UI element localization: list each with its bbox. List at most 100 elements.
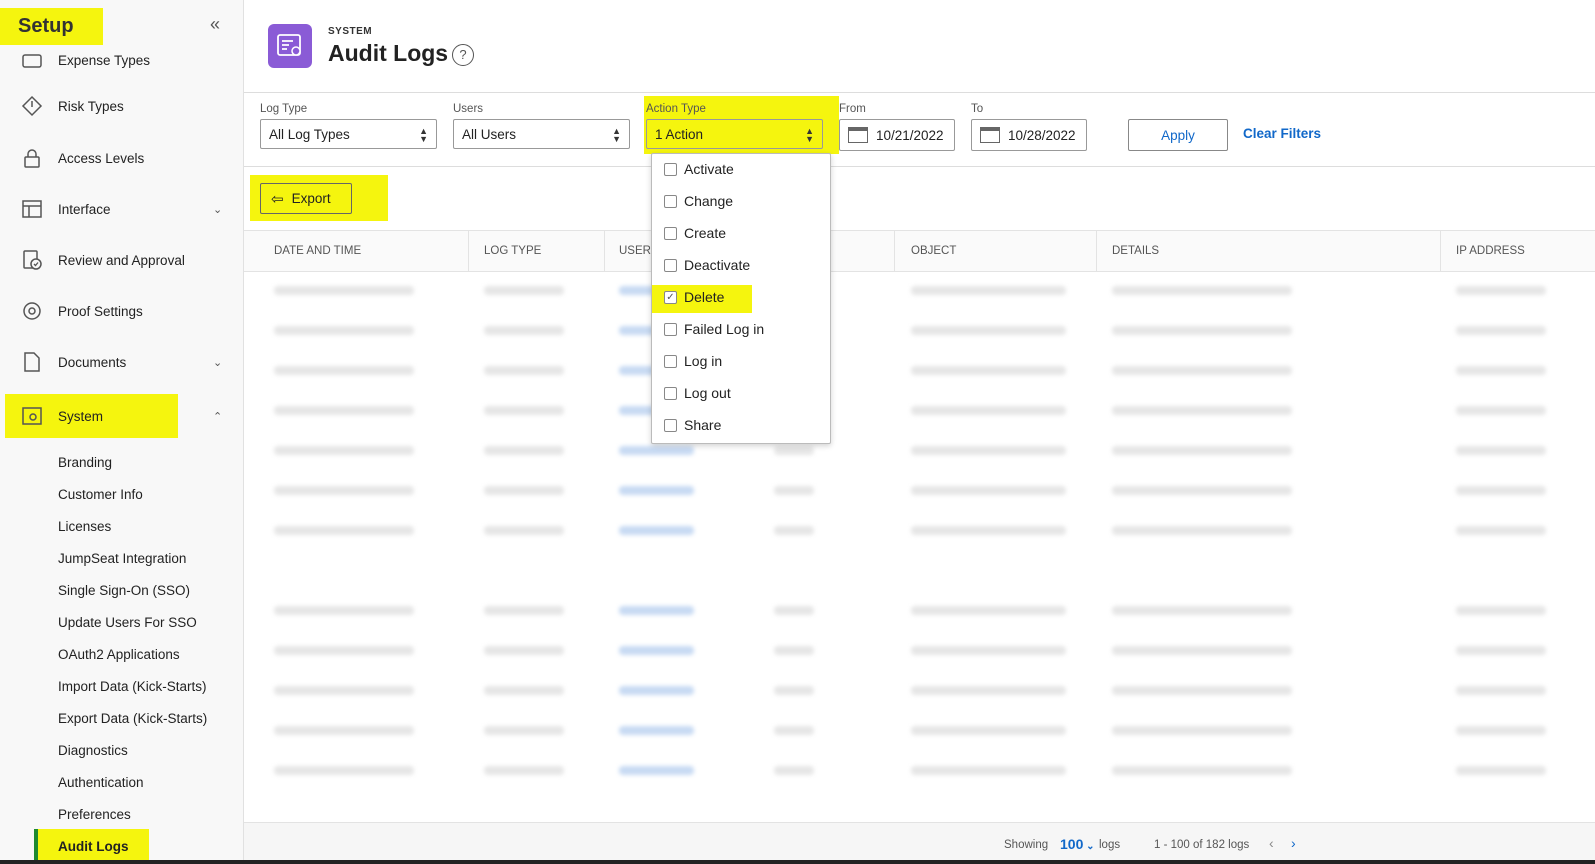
sidebar-subitem-customer-info[interactable]: Customer Info (58, 487, 143, 502)
table-row[interactable] (244, 680, 1595, 720)
sidebar-item-expense-types[interactable]: Expense Types (0, 40, 243, 80)
from-date-field[interactable]: 10/21/2022 (839, 119, 955, 151)
redacted-cell (484, 406, 564, 415)
redacted-cell (911, 446, 1066, 455)
dropdown-option-deactivate[interactable]: Deactivate (652, 250, 830, 282)
sidebar-subitem-licenses[interactable]: Licenses (58, 519, 111, 534)
dropdown-option-change[interactable]: Change (652, 186, 830, 218)
next-page-button[interactable]: › (1291, 835, 1296, 851)
column-header-log-type[interactable]: LOG TYPE (484, 245, 541, 257)
interface-icon (20, 197, 44, 221)
sidebar-subitem-sso[interactable]: Single Sign-On (SSO) (58, 583, 190, 598)
column-header-details[interactable]: DETAILS (1112, 245, 1159, 257)
checkbox[interactable] (664, 195, 677, 208)
checkbox-checked[interactable]: ✓ (664, 291, 677, 304)
log-type-select[interactable]: All Log Types ▲ ▼ (260, 119, 437, 149)
collapse-sidebar-icon[interactable]: « (210, 14, 220, 35)
redacted-cell (1456, 446, 1546, 455)
sidebar-subitem-jumpseat[interactable]: JumpSeat Integration (58, 551, 186, 566)
redacted-cell (911, 326, 1066, 335)
table-row[interactable] (244, 440, 1595, 480)
sidebar-subitem-authentication[interactable]: Authentication (58, 775, 144, 790)
checkbox[interactable] (664, 387, 677, 400)
column-header-object[interactable]: OBJECT (911, 245, 956, 257)
table-row[interactable] (244, 360, 1595, 400)
column-header-ip[interactable]: IP ADDRESS (1456, 245, 1525, 257)
option-label: Share (684, 417, 722, 433)
clear-filters-link[interactable]: Clear Filters (1243, 126, 1321, 141)
column-header-date[interactable]: DATE AND TIME (274, 245, 361, 257)
sidebar-item-interface[interactable]: Interface ⌄ (0, 189, 243, 229)
checkbox[interactable] (664, 355, 677, 368)
redacted-cell (1112, 286, 1292, 295)
sidebar-item-label: Risk Types (58, 98, 124, 114)
sidebar-item-label: Documents (58, 354, 127, 370)
sidebar-item-access-levels[interactable]: Access Levels (0, 138, 243, 178)
redacted-cell (274, 286, 414, 295)
checkbox[interactable] (664, 419, 677, 432)
sidebar-item-review-approval[interactable]: Review and Approval (0, 240, 243, 280)
prev-page-button[interactable]: ‹ (1269, 835, 1274, 851)
sidebar-subitem-diagnostics[interactable]: Diagnostics (58, 743, 128, 758)
sidebar-subitem-branding[interactable]: Branding (58, 455, 112, 470)
sidebar-item-proof-settings[interactable]: Proof Settings (0, 291, 243, 331)
checkbox[interactable] (664, 323, 677, 336)
action-type-label: Action Type (646, 103, 706, 115)
sidebar-item-label: Expense Types (58, 52, 151, 68)
sidebar-subitem-audit-logs[interactable]: Audit Logs (58, 839, 129, 854)
page-size-select[interactable]: 100 ⌄ (1060, 836, 1095, 852)
table-row[interactable] (244, 480, 1595, 520)
table-row[interactable] (244, 400, 1595, 440)
sidebar-item-documents[interactable]: Documents ⌄ (0, 342, 243, 382)
table-row[interactable] (244, 760, 1595, 800)
users-select[interactable]: All Users ▲ ▼ (453, 119, 630, 149)
dropdown-option-delete[interactable]: ✓ Delete (652, 282, 830, 314)
table-row[interactable] (244, 520, 1595, 560)
table-row[interactable] (244, 640, 1595, 680)
dropdown-option-failed-log-in[interactable]: Failed Log in (652, 314, 830, 346)
table-row[interactable] (244, 280, 1595, 320)
chevron-down-icon[interactable]: ⌄ (213, 203, 222, 216)
redacted-cell (911, 646, 1066, 655)
pagination-range: 1 - 100 of 182 logs (1154, 839, 1250, 851)
export-button[interactable]: ⇦ Export (260, 183, 352, 214)
sidebar-subitem-import-data[interactable]: Import Data (Kick-Starts) (58, 679, 207, 694)
chevron-down-icon[interactable]: ⌄ (213, 356, 222, 369)
redacted-cell (1112, 686, 1292, 695)
sidebar-subitem-export-data[interactable]: Export Data (Kick-Starts) (58, 711, 207, 726)
dropdown-option-log-out[interactable]: Log out (652, 378, 830, 410)
select-arrows-icon: ▲ ▼ (805, 126, 814, 144)
sidebar-subitem-update-users-sso[interactable]: Update Users For SSO (58, 615, 197, 630)
sidebar-item-system[interactable]: System ⌃ (0, 396, 243, 436)
dropdown-option-share[interactable]: Share (652, 410, 830, 442)
to-date-field[interactable]: 10/28/2022 (971, 119, 1087, 151)
sidebar-item-risk-types[interactable]: Risk Types (0, 86, 243, 126)
dropdown-option-activate[interactable]: Activate (652, 154, 830, 186)
checkbox[interactable] (664, 163, 677, 176)
table-row[interactable] (244, 720, 1595, 760)
redacted-cell (619, 526, 694, 535)
redacted-cell (274, 686, 414, 695)
select-arrows-icon: ▲ ▼ (419, 126, 428, 144)
dropdown-option-log-in[interactable]: Log in (652, 346, 830, 378)
help-icon[interactable]: ? (452, 44, 474, 66)
column-divider (1440, 231, 1441, 271)
redacted-cell (484, 726, 564, 735)
table-row[interactable] (244, 600, 1595, 640)
sidebar-item-label: Review and Approval (58, 252, 185, 268)
table-row[interactable] (244, 320, 1595, 360)
action-type-select[interactable]: 1 Action ▲ ▼ (646, 119, 823, 149)
checkbox[interactable] (664, 227, 677, 240)
dropdown-option-create[interactable]: Create (652, 218, 830, 250)
checkbox[interactable] (664, 259, 677, 272)
sidebar-subitem-oauth2[interactable]: OAuth2 Applications (58, 647, 180, 662)
chevron-up-icon[interactable]: ⌃ (213, 410, 222, 423)
redacted-cell (1112, 606, 1292, 615)
redacted-cell (619, 726, 694, 735)
apply-button[interactable]: Apply (1128, 119, 1228, 151)
action-type-dropdown: Activate Change Create Deactivate ✓ Delet… (651, 153, 831, 444)
system-icon (20, 404, 44, 428)
redacted-cell (1112, 446, 1292, 455)
redacted-cell (1112, 486, 1292, 495)
sidebar-subitem-preferences[interactable]: Preferences (58, 807, 131, 822)
